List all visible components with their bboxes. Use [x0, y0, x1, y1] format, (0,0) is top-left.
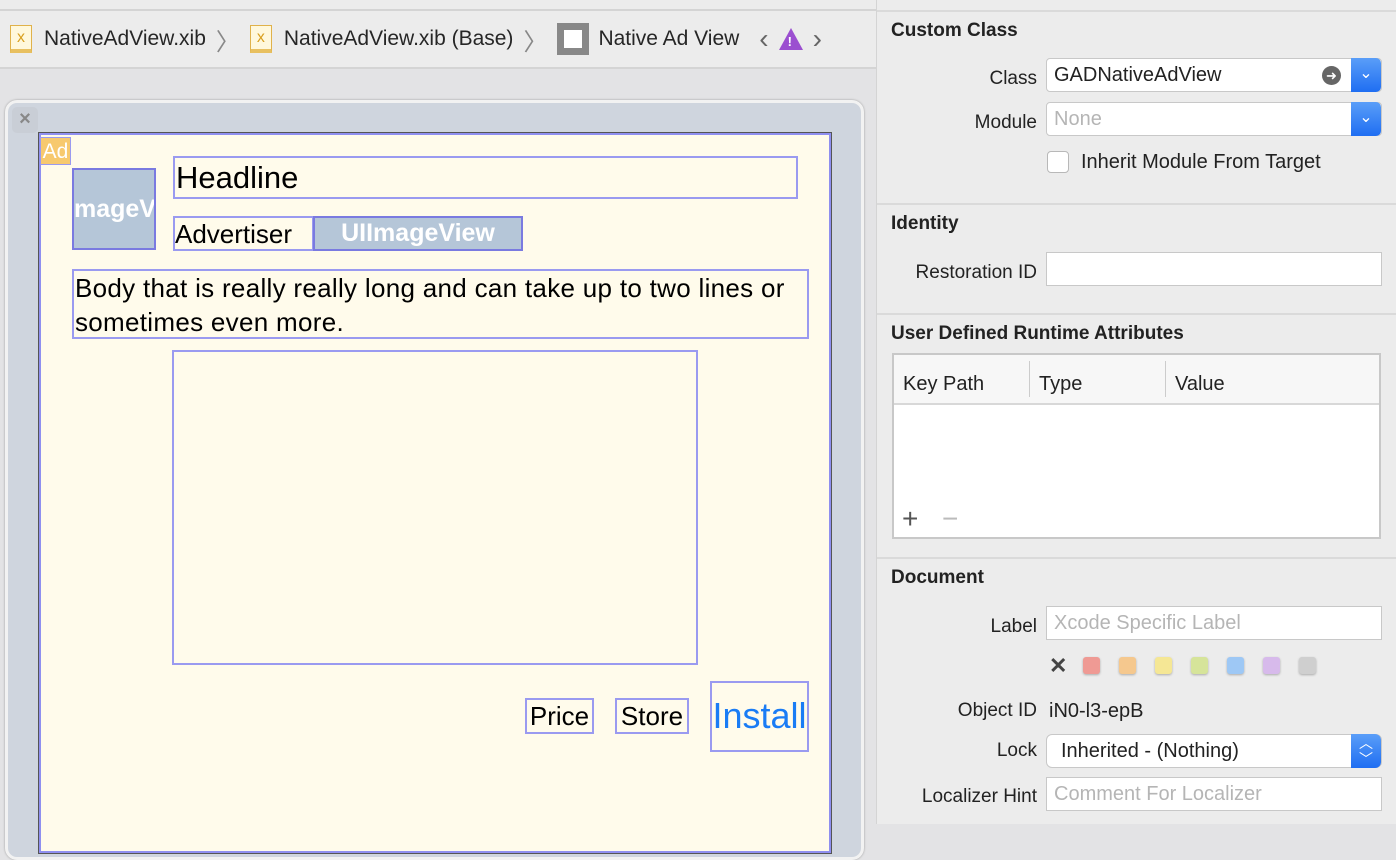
store-label[interactable]: Store: [615, 698, 689, 734]
lock-value: Inherited - (Nothing): [1061, 740, 1239, 762]
ad-badge[interactable]: Ad: [40, 137, 71, 165]
identity-section: Identity Restoration ID: [877, 203, 1396, 314]
label-color-swatch[interactable]: [1155, 657, 1172, 674]
close-icon[interactable]: ×: [12, 107, 38, 133]
view-icon: [557, 23, 590, 55]
breadcrumb: x NativeAdView.xib 〉 x NativeAdView.xib …: [0, 11, 876, 69]
chevron-right-icon: 〉: [523, 28, 548, 56]
lock-label: Lock: [996, 740, 1037, 761]
icon-view-label: mageV: [74, 195, 156, 223]
chevron-right-icon: 〉: [215, 28, 240, 56]
clear-color-icon[interactable]: ✕: [1049, 653, 1067, 679]
chevron-down-icon[interactable]: ⌄: [1351, 58, 1381, 92]
runtime-attributes-table[interactable]: Key Path Type Value + −: [892, 353, 1381, 539]
class-value: GADNativeAdView: [1054, 64, 1222, 86]
install-button[interactable]: Install: [710, 681, 809, 752]
back-button[interactable]: ‹: [759, 23, 768, 55]
module-combobox[interactable]: None ⌄: [1046, 102, 1382, 136]
arrow-right-circle-icon[interactable]: ➜: [1322, 66, 1341, 85]
runtime-attributes-section: User Defined Runtime Attributes Key Path…: [877, 313, 1396, 558]
label-label: Label: [990, 616, 1038, 637]
localizer-hint-label: Localizer Hint: [921, 786, 1037, 807]
inherit-module-checkbox[interactable]: [1047, 151, 1069, 173]
lock-popup[interactable]: Inherited - (Nothing) ︿ ﹀: [1046, 734, 1382, 768]
column-header-value[interactable]: Value: [1166, 361, 1234, 397]
section-title: User Defined Runtime Attributes: [891, 323, 1184, 344]
section-title: Identity: [891, 213, 959, 234]
inherit-module-label: Inherit Module From Target: [1081, 151, 1321, 173]
chevron-down-icon[interactable]: ⌄: [1351, 102, 1381, 136]
price-label[interactable]: Price: [525, 698, 594, 734]
media-view[interactable]: [172, 350, 698, 665]
xib-file-icon: x: [10, 25, 32, 53]
class-label: Class: [989, 68, 1037, 89]
up-down-chevron-icon: ︿ ﹀: [1351, 734, 1381, 768]
object-id-label: Object ID: [957, 700, 1037, 721]
localizer-hint-input[interactable]: Comment For Localizer: [1046, 777, 1382, 811]
label-color-swatch[interactable]: [1083, 657, 1100, 674]
column-header-type[interactable]: Type: [1030, 361, 1166, 397]
document-section: Document Label Xcode Specific Label Obje…: [877, 557, 1396, 824]
star-rating-image-view[interactable]: UIImageView: [313, 216, 523, 251]
breadcrumb-item[interactable]: NativeAdView.xib (Base): [284, 27, 514, 51]
label-color-swatch[interactable]: [1191, 657, 1208, 674]
forward-button[interactable]: ›: [813, 23, 822, 55]
section-title: Document: [891, 567, 984, 588]
xib-file-icon: x: [249, 25, 272, 53]
section-title: Custom Class: [891, 20, 1018, 41]
label-color-swatch[interactable]: [1227, 657, 1244, 674]
label-input[interactable]: Xcode Specific Label: [1046, 606, 1382, 640]
label-color-swatch[interactable]: [1299, 657, 1316, 674]
column-header-key-path[interactable]: Key Path: [894, 361, 1030, 397]
headline-label[interactable]: Headline: [173, 156, 798, 199]
class-combobox[interactable]: GADNativeAdView ➜ ⌄: [1046, 58, 1382, 92]
add-icon[interactable]: +: [902, 503, 918, 535]
warning-icon[interactable]: !: [778, 28, 803, 50]
breadcrumb-item[interactable]: NativeAdView.xib: [44, 27, 206, 51]
body-label[interactable]: Body that is really really long and can …: [72, 269, 809, 339]
module-label: Module: [974, 112, 1037, 133]
object-id-value: iN0-l3-epB: [1049, 700, 1144, 722]
identity-inspector: Custom Class Class GADNativeAdView ➜ ⌄ M…: [876, 0, 1396, 824]
advertiser-label[interactable]: Advertiser: [173, 216, 314, 251]
label-color-swatch[interactable]: [1119, 657, 1136, 674]
custom-class-section: Custom Class Class GADNativeAdView ➜ ⌄ M…: [877, 10, 1396, 204]
top-bar: [0, 0, 876, 11]
label-color-swatch[interactable]: [1263, 657, 1280, 674]
module-placeholder: None: [1054, 108, 1102, 130]
breadcrumb-item[interactable]: Native Ad View: [598, 27, 739, 51]
restoration-id-label: Restoration ID: [915, 262, 1037, 283]
remove-icon[interactable]: −: [942, 503, 958, 535]
restoration-id-input[interactable]: [1046, 252, 1382, 286]
icon-image-view[interactable]: mageV: [72, 168, 156, 250]
